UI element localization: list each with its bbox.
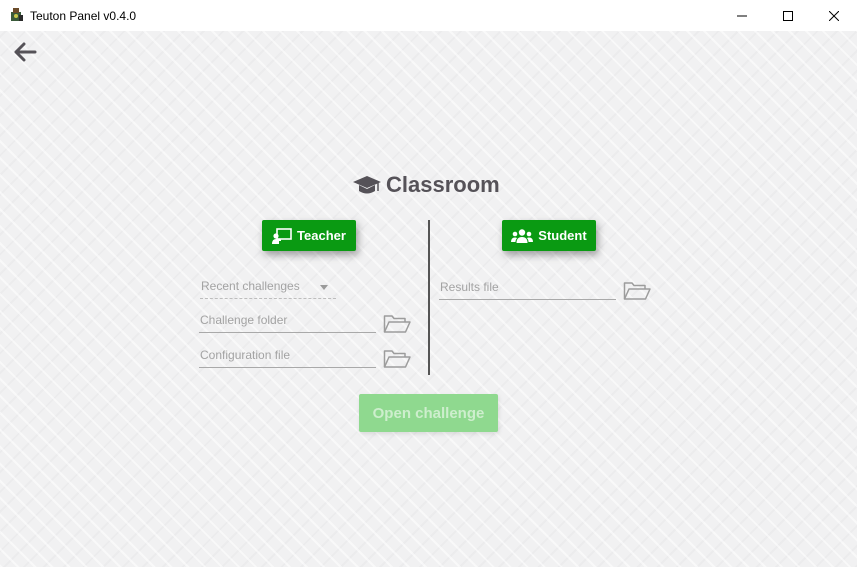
users-icon	[511, 228, 534, 243]
back-button[interactable]	[12, 41, 38, 63]
chalkboard-teacher-icon	[272, 227, 292, 244]
challenge-folder-browse-button[interactable]	[383, 314, 411, 336]
window-titlebar: Teuton Panel v0.4.0	[0, 0, 857, 31]
window-title: Teuton Panel v0.4.0	[30, 9, 137, 23]
challenge-folder-input[interactable]: Challenge folder	[199, 311, 376, 333]
student-button[interactable]: Student	[502, 220, 596, 251]
page-heading: Classroom	[352, 171, 500, 199]
chevron-down-icon	[320, 285, 328, 290]
configuration-file-input[interactable]: Configuration file	[199, 346, 376, 368]
student-button-label: Student	[538, 228, 587, 243]
close-button[interactable]	[811, 0, 857, 31]
recent-challenges-placeholder: Recent challenges	[201, 279, 300, 293]
maximize-icon	[783, 10, 793, 21]
challenge-folder-placeholder: Challenge folder	[200, 313, 288, 327]
minimize-icon	[737, 15, 747, 16]
results-file-placeholder: Results file	[440, 280, 499, 294]
app-icon	[9, 7, 25, 23]
maximize-button[interactable]	[765, 0, 811, 31]
arrow-left-icon	[14, 42, 37, 62]
open-challenge-label: Open challenge	[372, 404, 485, 422]
folder-open-icon	[383, 350, 411, 368]
teacher-button-label: Teacher	[297, 228, 346, 243]
close-icon	[829, 10, 839, 21]
open-challenge-button[interactable]: Open challenge	[359, 394, 498, 432]
folder-open-icon	[383, 315, 411, 333]
folder-open-icon	[623, 282, 651, 300]
graduation-cap-icon	[353, 176, 381, 194]
configuration-file-placeholder: Configuration file	[200, 348, 291, 362]
configuration-file-browse-button[interactable]	[383, 349, 411, 371]
main-content: Classroom Teacher Student Recent challen…	[0, 31, 857, 567]
page-title: Classroom	[386, 172, 500, 197]
minimize-button[interactable]	[719, 0, 765, 31]
column-divider	[428, 220, 430, 375]
recent-challenges-select[interactable]: Recent challenges	[200, 277, 336, 299]
teacher-button[interactable]: Teacher	[262, 220, 356, 251]
results-file-input[interactable]: Results file	[439, 278, 616, 300]
results-file-browse-button[interactable]	[623, 281, 651, 303]
